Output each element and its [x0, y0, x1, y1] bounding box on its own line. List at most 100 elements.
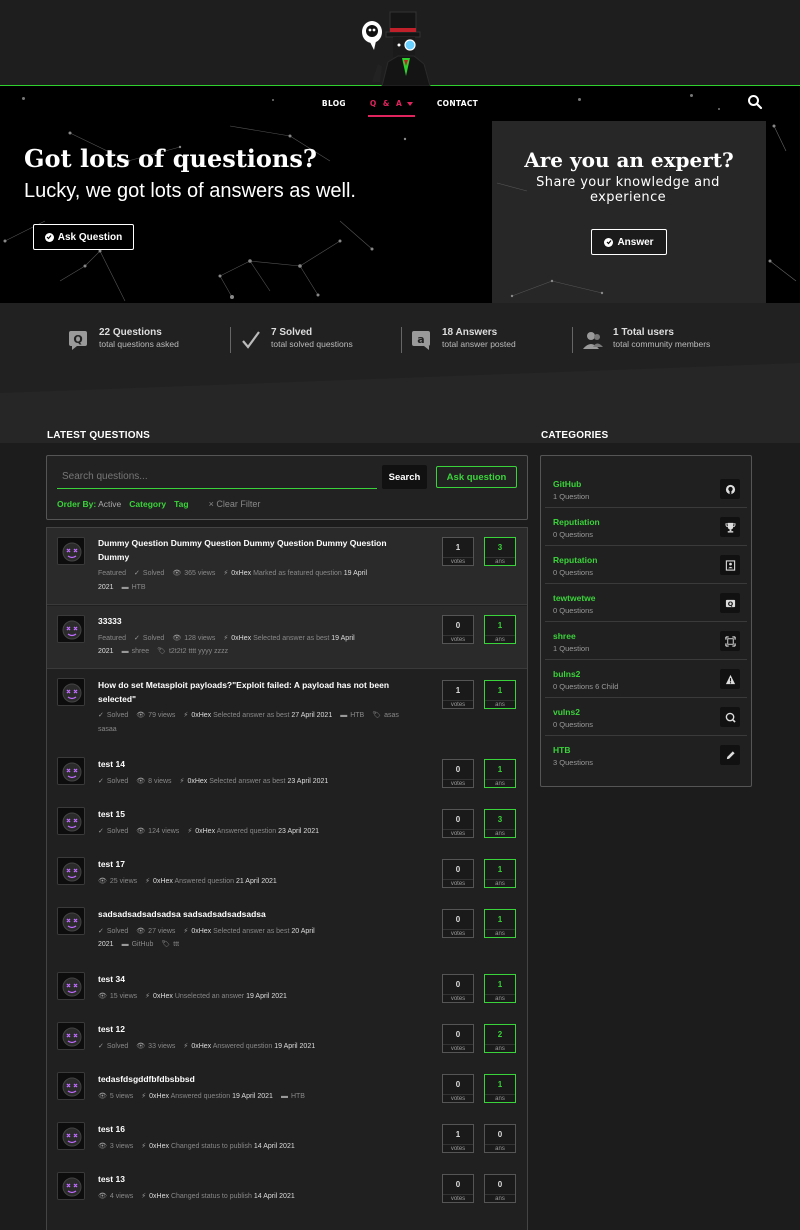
question-title[interactable]: test 13 — [98, 1173, 418, 1187]
category-item[interactable]: bulns2 0 Questions 6 Child — [545, 660, 747, 698]
avatar[interactable] — [57, 807, 85, 835]
answers-box[interactable]: 1 ans — [484, 1074, 516, 1103]
trophy-icon[interactable] — [720, 517, 740, 537]
votes-box[interactable]: 0 votes — [442, 909, 474, 938]
avatar[interactable] — [57, 615, 85, 643]
stat-number: 7 Solved — [271, 327, 313, 338]
avatar[interactable] — [57, 1022, 85, 1050]
question-title[interactable]: test 34 — [98, 973, 418, 987]
avatar[interactable] — [57, 857, 85, 885]
warning-icon[interactable] — [720, 669, 740, 689]
category-name[interactable]: tewtwetwe — [553, 593, 596, 603]
search-input[interactable] — [57, 465, 377, 489]
clear-filter[interactable]: × Clear Filter — [209, 499, 261, 509]
avatar[interactable] — [57, 972, 85, 1000]
answers-count: 1 — [497, 621, 503, 630]
pencil-icon[interactable] — [720, 745, 740, 765]
expand-icon[interactable] — [720, 631, 740, 651]
avatar[interactable] — [57, 1122, 85, 1150]
question-title[interactable]: sadsadsadsadsadsa sadsadsadsadsadsa — [98, 908, 418, 922]
category-count: 1 Question — [553, 644, 590, 653]
answers-box[interactable]: 3 ans — [484, 809, 516, 838]
votes-box[interactable]: 0 votes — [442, 859, 474, 888]
network-decoration — [768, 124, 797, 282]
question-title[interactable]: 33333 — [98, 615, 418, 629]
answers-box[interactable]: 1 ans — [484, 759, 516, 788]
avatar-image — [58, 808, 84, 834]
category-filter[interactable]: Category — [129, 499, 166, 509]
category-name[interactable]: shree — [553, 631, 576, 641]
category-item[interactable]: vulns2 0 Questions — [545, 698, 747, 736]
question-title[interactable]: test 17 — [98, 858, 418, 872]
category-item[interactable]: GitHub 1 Question — [545, 470, 747, 508]
avatar[interactable] — [57, 1172, 85, 1200]
votes-box[interactable]: 0 votes — [442, 759, 474, 788]
question-title[interactable]: Dummy Question Dummy Question Dummy Ques… — [98, 537, 418, 564]
category-item[interactable]: Reputiation 0 Questions — [545, 508, 747, 546]
contact-card-icon[interactable] — [720, 555, 740, 575]
answers-box[interactable]: 1 ans — [484, 615, 516, 644]
answers-box[interactable]: 2 ans — [484, 1024, 516, 1053]
question-title[interactable]: test 12 — [98, 1023, 418, 1037]
nav-qna[interactable]: Q & A — [367, 99, 415, 117]
check-icon: ✓ — [98, 1042, 104, 1050]
category-item[interactable]: tewtwetwe 0 Questions Q — [545, 584, 747, 622]
votes-box[interactable]: 0 votes — [442, 615, 474, 644]
avatar[interactable] — [57, 1072, 85, 1100]
tag-filter[interactable]: Tag — [174, 499, 188, 509]
question-title[interactable]: How do set Metasploit payloads?"Exploit … — [98, 679, 418, 706]
answers-box[interactable]: 0 ans — [484, 1174, 516, 1203]
category-item[interactable]: HTB 3 Questions — [545, 736, 747, 774]
nav-contact[interactable]: CONTACT — [435, 99, 480, 108]
avatar[interactable] — [57, 907, 85, 935]
ask-question-button-small[interactable]: Ask question — [436, 466, 517, 488]
question-icon[interactable]: Q — [720, 593, 740, 613]
votes-box[interactable]: 0 votes — [442, 809, 474, 838]
avatar[interactable] — [57, 678, 85, 706]
votes-box[interactable]: 1 votes — [442, 1124, 474, 1153]
question-meta: 👁 4 views ⚡ 0xHex Changed status to publis… — [98, 1190, 418, 1204]
votes-box[interactable]: 1 votes — [442, 680, 474, 709]
votes-count: 1 — [455, 543, 461, 552]
category-item[interactable]: Reputation 0 Questions — [545, 546, 747, 584]
category-name[interactable]: Reputation — [553, 555, 597, 565]
answers-box[interactable]: 1 ans — [484, 974, 516, 1003]
category-name[interactable]: GitHub — [553, 479, 581, 489]
category-name[interactable]: HTB — [553, 745, 570, 755]
answers-box[interactable]: 1 ans — [484, 680, 516, 709]
question-title[interactable]: test 15 — [98, 808, 418, 822]
answers-box[interactable]: 0 ans — [484, 1124, 516, 1153]
clear-filter-label: Clear Filter — [216, 499, 261, 509]
ask-question-button[interactable]: Ask Question — [33, 224, 134, 250]
answers-box[interactable]: 1 ans — [484, 909, 516, 938]
category-name[interactable]: bulns2 — [553, 669, 580, 679]
votes-box[interactable]: 0 votes — [442, 1074, 474, 1103]
github-icon[interactable] — [720, 479, 740, 499]
votes-box[interactable]: 1 votes — [442, 537, 474, 566]
magnify-icon[interactable] — [720, 707, 740, 727]
eye-icon: 👁 — [136, 827, 146, 835]
answer-button[interactable]: Answer — [591, 229, 667, 255]
votes-box[interactable]: 0 votes — [442, 1174, 474, 1203]
category-item[interactable]: shree 1 Question — [545, 622, 747, 660]
search-icon[interactable] — [747, 94, 763, 110]
category-name[interactable]: vulns2 — [553, 707, 580, 717]
answers-box[interactable]: 3 ans — [484, 537, 516, 566]
question-title[interactable]: test 16 — [98, 1123, 418, 1137]
question-meta: 👁 15 views ⚡ 0xHex Unselected an answer 19… — [98, 990, 418, 1004]
answers-box[interactable]: 1 ans — [484, 859, 516, 888]
avatar-image — [58, 679, 84, 705]
nav-blog[interactable]: BLOG — [320, 99, 348, 108]
order-by[interactable]: Order By: Active — [57, 499, 121, 509]
stat-number: 18 Answers — [442, 327, 498, 338]
avatar[interactable] — [57, 757, 85, 785]
votes-label: votes — [443, 779, 473, 787]
category-name[interactable]: Reputiation — [553, 517, 600, 527]
avatar[interactable] — [57, 537, 85, 565]
votes-box[interactable]: 0 votes — [442, 974, 474, 1003]
question-title[interactable]: tedasfdsgddfbfdbsbbsd — [98, 1073, 418, 1087]
search-button[interactable]: Search — [382, 465, 427, 489]
mascot-logo[interactable] — [358, 4, 438, 86]
votes-box[interactable]: 0 votes — [442, 1024, 474, 1053]
question-title[interactable]: test 14 — [98, 758, 418, 772]
